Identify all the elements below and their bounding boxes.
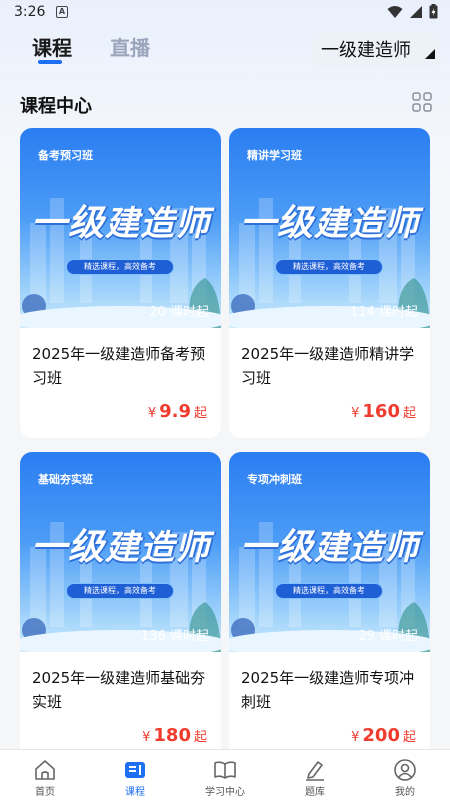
nav-study-center[interactable]: 学习中心 xyxy=(180,750,270,801)
nav-profile[interactable]: 我的 xyxy=(360,750,450,801)
course-price: ¥ 180 起 xyxy=(142,725,207,746)
course-card[interactable]: 基础夯实班 一级建造师 精选课程，高效备考 136 课时起 2025年一级建造师… xyxy=(20,452,221,762)
course-name: 2025年一级建造师精讲学习班 xyxy=(241,345,415,387)
cover-slogan: 精选课程，高效备考 xyxy=(275,583,383,599)
nav-label: 题库 xyxy=(305,787,325,798)
nav-question-bank[interactable]: 题库 xyxy=(270,750,360,801)
cover-slogan: 精选课程，高效备考 xyxy=(275,259,383,275)
course-cover: 备考预习班 一级建造师 精选课程，高效备考 20 课时起 xyxy=(20,128,221,328)
course-name: 2025年一级建造师专项冲刺班 xyxy=(241,669,415,711)
course-price: ¥ 200 起 xyxy=(351,725,416,746)
exam-category-select[interactable]: 一级建造师 xyxy=(311,32,441,66)
cover-title: 一级建造师 xyxy=(30,203,210,244)
course-price: ¥ 160 起 xyxy=(351,401,416,422)
course-cover: 专项冲刺班 一级建造师 精选课程，高效备考 29 课时起 xyxy=(229,452,430,652)
course-cover: 精讲学习班 一级建造师 精选课程，高效备考 114 课时起 xyxy=(229,128,430,328)
battery-icon xyxy=(429,4,438,19)
lesson-count: 114 课时起 xyxy=(350,305,418,320)
cover-title: 一级建造师 xyxy=(239,527,419,568)
course-name: 2025年一级建造师备考预习班 xyxy=(32,345,206,387)
tab-live[interactable]: 直播 xyxy=(110,32,150,61)
status-time: 3:26 xyxy=(14,4,46,20)
bottom-nav: 首页 课程 学习中心 题库 我的 xyxy=(0,749,450,801)
course-tag: 精讲学习班 xyxy=(247,149,302,162)
dropdown-triangle-icon xyxy=(425,49,435,59)
cover-slogan: 精选课程，高效备考 xyxy=(66,583,174,599)
grid-view-icon[interactable] xyxy=(412,92,432,112)
book-icon xyxy=(214,761,236,779)
course-card[interactable]: 专项冲刺班 一级建造师 精选课程，高效备考 29 课时起 2025年一级建造师专… xyxy=(229,452,430,762)
lesson-count: 29 课时起 xyxy=(358,629,418,644)
nav-label: 我的 xyxy=(395,787,415,798)
cover-title: 一级建造师 xyxy=(239,203,419,244)
nav-home[interactable]: 首页 xyxy=(0,750,90,801)
course-tag: 专项冲刺班 xyxy=(247,473,302,486)
nav-label: 课程 xyxy=(125,787,145,798)
cover-slogan: 精选课程，高效备考 xyxy=(66,259,174,275)
course-price: ¥ 9.9 起 xyxy=(147,401,207,422)
course-tag: 备考预习班 xyxy=(38,149,93,162)
cover-title: 一级建造师 xyxy=(30,527,210,568)
notification-icon: A xyxy=(56,6,68,18)
pen-icon xyxy=(306,761,324,781)
profile-icon xyxy=(394,759,416,781)
exam-category-label: 一级建造师 xyxy=(321,40,411,61)
section-title: 课程中心 xyxy=(20,96,92,117)
nav-label: 首页 xyxy=(35,787,55,798)
course-cover: 基础夯实班 一级建造师 精选课程，高效备考 136 课时起 xyxy=(20,452,221,652)
status-bar: 3:26 A xyxy=(0,0,450,26)
home-icon xyxy=(35,760,55,780)
wifi-icon xyxy=(387,5,403,18)
lesson-count: 20 课时起 xyxy=(149,305,209,320)
nav-label: 学习中心 xyxy=(205,787,245,798)
tab-course[interactable]: 课程 xyxy=(32,32,72,61)
course-name: 2025年一级建造师基础夯实班 xyxy=(32,669,206,711)
status-icons xyxy=(387,4,438,19)
course-tag: 基础夯实班 xyxy=(38,473,93,486)
top-header: 课程 直播 一级建造师 xyxy=(0,26,450,72)
lesson-count: 136 课时起 xyxy=(141,629,209,644)
nav-course[interactable]: 课程 xyxy=(90,750,180,801)
course-card[interactable]: 备考预习班 一级建造师 精选课程，高效备考 20 课时起 2025年一级建造师备… xyxy=(20,128,221,438)
active-tab-indicator xyxy=(38,60,62,64)
course-icon xyxy=(125,762,145,778)
signal-icon xyxy=(410,5,422,18)
course-card[interactable]: 精讲学习班 一级建造师 精选课程，高效备考 114 课时起 2025年一级建造师… xyxy=(229,128,430,438)
